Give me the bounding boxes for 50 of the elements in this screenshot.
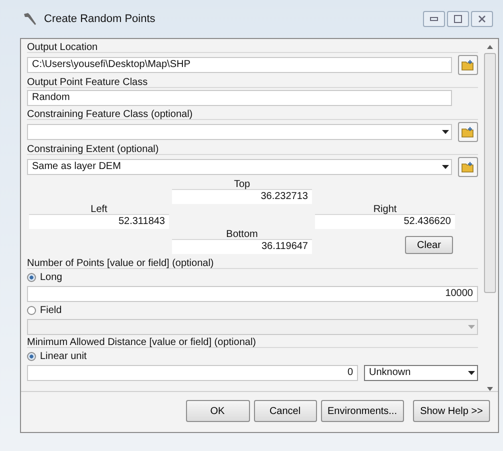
maximize-button[interactable] (447, 11, 469, 27)
field-label: Constraining Feature Class (optional) (27, 109, 478, 120)
folder-button[interactable] (458, 157, 478, 177)
environments-button[interactable]: Environments... (320, 400, 404, 422)
clear-button[interactable]: Clear (405, 236, 453, 254)
minimize-icon (430, 17, 438, 21)
dropdown-field[interactable]: Unknown (364, 365, 478, 381)
scrollbar-thumb[interactable] (484, 53, 496, 293)
text-field[interactable]: C:\Users\yousefi\Desktop\Map\SHP (27, 57, 452, 73)
field-label: Minimum Allowed Distance [value or field] (optional) (27, 337, 478, 348)
minimize-button[interactable] (423, 11, 445, 27)
extent-field[interactable]: 36.232713 (172, 190, 312, 204)
field-label: Constraining Extent (optional) (27, 144, 478, 155)
dropdown-caret-icon (468, 325, 475, 329)
number-field[interactable]: 10000 (27, 286, 478, 302)
dropdown-caret-icon (468, 371, 475, 375)
dropdown-value: Same as layer DEM (32, 160, 121, 174)
field-label: Number of Points [value or field] (optional) (27, 258, 478, 269)
field-label: Output Point Feature Class (27, 77, 478, 88)
cancel-button[interactable]: Cancel (254, 400, 317, 422)
radio-label: Long (40, 271, 62, 285)
window-title: Create Random Points (44, 12, 156, 27)
text-field[interactable]: Random (27, 90, 452, 106)
folder-icon (461, 59, 475, 71)
dropdown-value: Unknown (369, 366, 411, 380)
folder-icon (461, 161, 475, 173)
scroll-down-icon[interactable] (487, 387, 493, 391)
dropdown-caret-icon (442, 165, 449, 169)
extent-field[interactable]: 52.436620 (315, 215, 455, 229)
dropdown-field[interactable] (27, 124, 452, 140)
field-label: Output Location (27, 42, 478, 53)
extent-field[interactable]: 36.119647 (172, 240, 312, 254)
ok-button[interactable]: OK (186, 400, 250, 422)
radio-label: Field (40, 304, 62, 318)
radio-label: Linear unit (40, 350, 87, 364)
extent-field[interactable]: 52.311843 (29, 215, 169, 229)
scroll-up-icon[interactable] (487, 45, 493, 49)
close-button[interactable] (471, 11, 493, 27)
show-help-button[interactable]: Show Help >> (413, 400, 490, 422)
folder-button[interactable] (458, 55, 478, 75)
radio-button[interactable] (27, 273, 36, 282)
hammer-icon (22, 12, 38, 26)
folder-icon (461, 126, 475, 138)
dropdown-field[interactable]: Same as layer DEM (27, 159, 452, 175)
maximize-icon (454, 15, 462, 23)
radio-button[interactable] (27, 352, 36, 361)
dropdown-caret-icon (442, 130, 449, 134)
close-icon (478, 15, 486, 23)
number-field[interactable]: 0 (27, 365, 358, 381)
folder-button[interactable] (458, 122, 478, 142)
